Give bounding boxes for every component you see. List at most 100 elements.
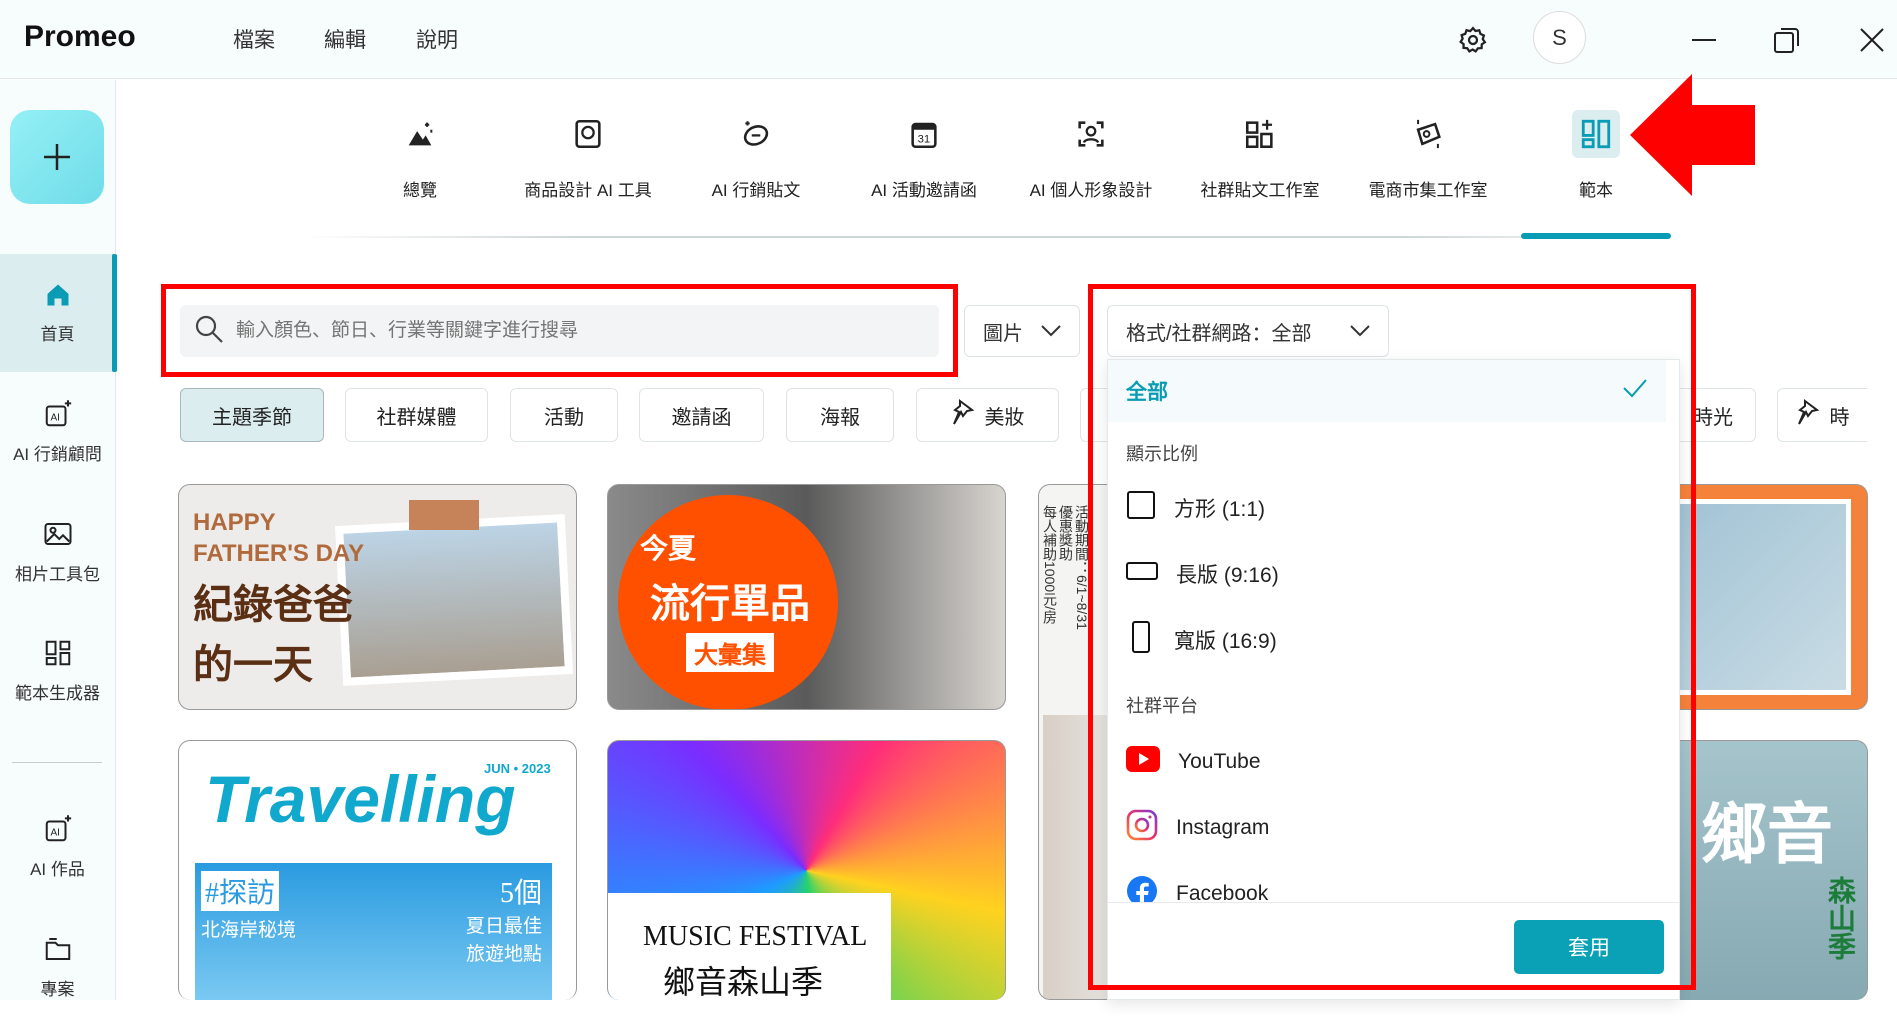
chip-0[interactable]: 主題季節: [180, 388, 324, 442]
overview-icon: [396, 110, 444, 158]
calendar-icon: 31: [900, 110, 948, 158]
template-card-music-festival[interactable]: MUSIC FESTIVAL 鄉音森山季: [607, 740, 1006, 1000]
tab-overview[interactable]: 總覽: [345, 110, 495, 201]
close-icon[interactable]: [1850, 18, 1894, 62]
chevron-down-icon: [1041, 320, 1061, 343]
sidebar-item-label: 首頁: [40, 325, 75, 344]
card-text: 大彙集: [686, 633, 774, 672]
chip-7[interactable]: 時: [1777, 388, 1867, 442]
type-select[interactable]: 圖片: [964, 305, 1080, 357]
card-text: 5個: [499, 878, 542, 909]
svg-text:31: 31: [918, 134, 931, 146]
card-text: MUSIC FESTIVAL: [643, 921, 868, 952]
restore-icon[interactable]: [1765, 18, 1809, 62]
tab-portrait[interactable]: AI 個人形象設計: [1016, 110, 1166, 201]
card-text: 鄉音森山季: [663, 964, 824, 1000]
chip-1[interactable]: 社群媒體: [345, 388, 488, 442]
sidebar-item-ai-works[interactable]: AI AI 作品: [0, 788, 115, 906]
sidebar-item-template-generator[interactable]: 範本生成器: [0, 612, 115, 730]
sidebar-item-home[interactable]: 首頁: [0, 254, 117, 372]
sidebar-item-label: AI 作品: [30, 860, 85, 879]
sidebar-item-label: AI 行銷顧問: [13, 445, 102, 464]
tab-label: 商品設計 AI 工具: [524, 181, 652, 200]
create-new-button[interactable]: [10, 110, 104, 204]
product-design-icon: [564, 110, 612, 158]
sidebar-divider: [12, 762, 102, 763]
folder-icon: [43, 934, 73, 969]
app-logo: Promeo: [24, 20, 136, 53]
sidebar-item-photo-tools[interactable]: 相片工具包: [0, 493, 115, 611]
tab-label: AI 個人形象設計: [1029, 181, 1153, 200]
card-text: 今夏: [640, 533, 697, 564]
chip-label: 邀請函: [671, 406, 732, 429]
menu-edit[interactable]: 編輯: [324, 24, 366, 54]
pin-icon: [951, 398, 975, 432]
chip-2[interactable]: 活動: [510, 388, 618, 442]
home-icon: [44, 281, 72, 314]
card-text: 森山季: [1824, 876, 1855, 960]
nav-divider: [300, 236, 1680, 238]
card-text: JUN • 2023: [484, 761, 551, 776]
tab-calendar[interactable]: 31 AI 活動邀請函: [849, 110, 999, 201]
chip-label: 社群媒體: [376, 406, 457, 429]
gear-icon[interactable]: [1451, 18, 1495, 62]
portrait-icon: [1067, 110, 1115, 158]
pin-icon: [1796, 398, 1820, 432]
sidebar-item-label: 範本生成器: [15, 684, 100, 703]
card-photo: #探訪 北海岸秘境 5個 夏日最佳 旅遊地點: [195, 863, 552, 1000]
ai-sparkle-icon: AI: [43, 399, 73, 434]
card-text: #探訪: [201, 871, 280, 911]
sidebar-item-label: 相片工具包: [15, 565, 100, 584]
sidebar-item-projects[interactable]: 專案: [0, 908, 115, 1026]
card-text: HAPPY: [193, 509, 276, 536]
chip-label: 時: [1829, 406, 1850, 429]
card-text: 每人補助1000元/房: [1042, 505, 1058, 625]
template-card-fathers-day[interactable]: HAPPY FATHER'S DAY 紀錄爸爸的一天: [178, 484, 577, 710]
red-arrow-annotation: [1630, 74, 1755, 196]
ecommerce-icon: [1404, 110, 1452, 158]
chip-label: 活動: [544, 406, 584, 429]
grid-icon: [43, 638, 73, 673]
card-text: 旅遊地點: [465, 944, 542, 965]
title-bar: Promeo 檔案 編輯 說明 S: [0, 0, 1897, 79]
tape-decoration: [409, 500, 479, 530]
search-input[interactable]: [236, 320, 916, 342]
chip-4[interactable]: 海報: [786, 388, 894, 442]
card-text: 紀錄爸爸: [193, 583, 353, 627]
svg-text:AI: AI: [50, 412, 59, 423]
sidebar-item-label: 專案: [40, 980, 75, 999]
tab-label: 電商市集工作室: [1368, 181, 1488, 200]
sidebar: 首頁 AI AI 行銷顧問 相片工具包 範本生成器 AI AI 作品 專案: [0, 80, 117, 1000]
menu-help[interactable]: 說明: [416, 24, 458, 54]
tab-ecommerce[interactable]: 電商市集工作室: [1353, 110, 1503, 201]
template-card-summer-fashion[interactable]: 今夏 流行單品 大彙集: [607, 484, 1006, 710]
tab-marketing-post[interactable]: AI 行銷貼文: [681, 110, 831, 201]
menu-file[interactable]: 檔案: [233, 24, 275, 54]
sidebar-item-ai-marketing[interactable]: AI AI 行銷顧問: [0, 373, 115, 491]
type-select-value: 圖片: [983, 322, 1023, 345]
tab-product-design[interactable]: 商品設計 AI 工具: [513, 110, 663, 201]
card-text: 鄉音: [1701, 799, 1833, 872]
social-studio-icon: [1236, 110, 1284, 158]
chip-3[interactable]: 邀請函: [639, 388, 764, 442]
template-icon: [1572, 110, 1620, 158]
tab-label: 社群貼文工作室: [1200, 181, 1320, 200]
card-photo: [334, 514, 574, 686]
card-text: 優惠獎助: [1058, 505, 1074, 561]
card-text: FATHER'S DAY: [193, 540, 365, 567]
tab-label: 範本: [1579, 181, 1613, 200]
card-text: 的一天: [193, 643, 313, 687]
minimize-icon[interactable]: [1682, 18, 1726, 62]
tab-label: 總覽: [403, 181, 437, 200]
dropdown-highlight-box: [1088, 284, 1696, 990]
chip-label: 時光: [1693, 406, 1733, 429]
tab-social-studio[interactable]: 社群貼文工作室: [1185, 110, 1335, 201]
avatar[interactable]: S: [1533, 11, 1586, 64]
search-field[interactable]: [180, 305, 939, 357]
chip-5[interactable]: 美妝: [916, 388, 1059, 442]
template-card-travelling[interactable]: Travelling JUN • 2023 #探訪 北海岸秘境 5個 夏日最佳旅…: [178, 740, 577, 1000]
card-text: 夏日最佳: [465, 916, 542, 937]
image-icon: [43, 519, 73, 554]
search-icon: [194, 314, 224, 349]
card-label-box: MUSIC FESTIVAL 鄉音森山季: [608, 893, 891, 1000]
